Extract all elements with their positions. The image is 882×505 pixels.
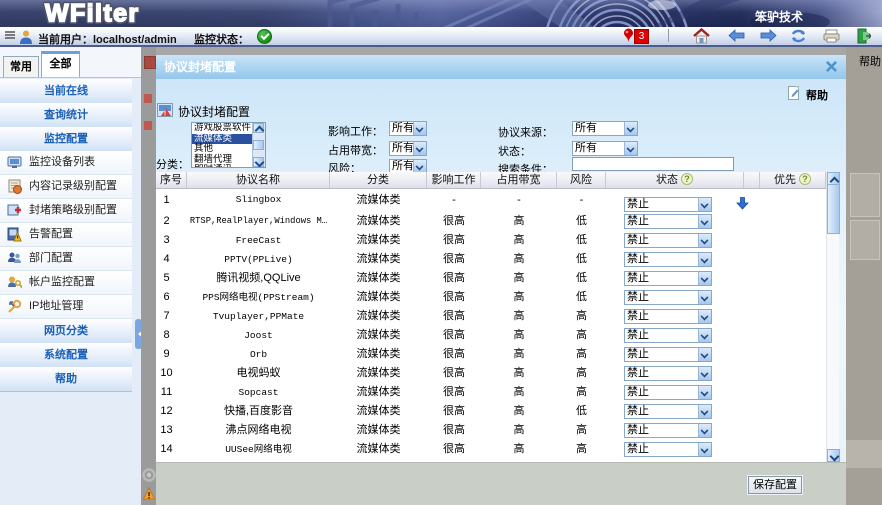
svg-text:!: ! bbox=[164, 111, 166, 118]
svg-text:WFilter: WFilter bbox=[45, 0, 140, 27]
